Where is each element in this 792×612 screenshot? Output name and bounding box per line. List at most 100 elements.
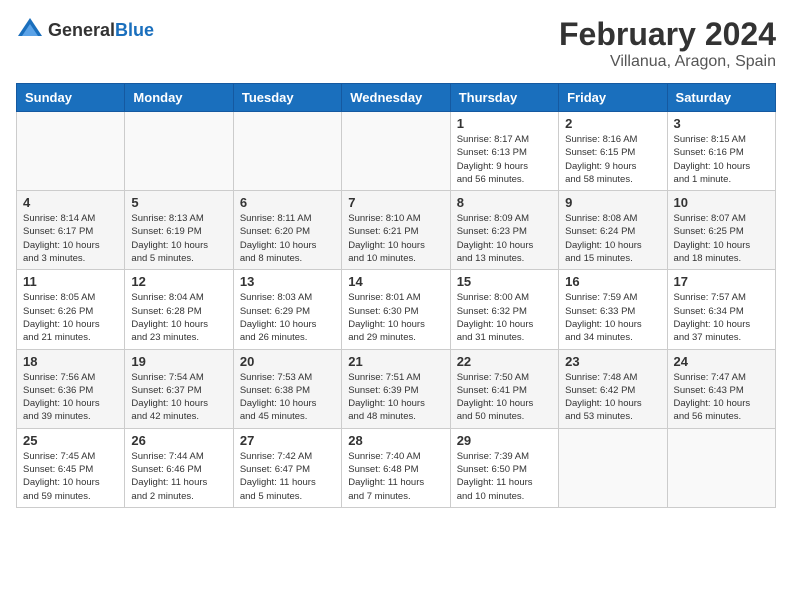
day-number: 4 [23, 195, 118, 210]
day-info: Sunrise: 7:47 AM Sunset: 6:43 PM Dayligh… [674, 371, 769, 424]
day-number: 3 [674, 116, 769, 131]
day-info: Sunrise: 8:03 AM Sunset: 6:29 PM Dayligh… [240, 291, 335, 344]
calendar-week-row: 1 Sunrise: 8:17 AM Sunset: 6:13 PM Daylig… [17, 112, 776, 191]
table-row: 21Sunrise: 7:51 AM Sunset: 6:39 PM Dayli… [342, 349, 450, 428]
day-info: Sunrise: 7:39 AM Sunset: 6:50 PM Dayligh… [457, 450, 552, 503]
table-row [667, 428, 775, 507]
table-row: 19 Sunrise: 7:54 AM Sunset: 6:37 PM Dayli… [125, 349, 233, 428]
title-block: February 2024 Villanua, Aragon, Spain [559, 16, 776, 71]
day-number: 2 [565, 116, 660, 131]
table-row [559, 428, 667, 507]
day-info: Sunrise: 7:50 AM Sunset: 6:41 PM Dayligh… [457, 371, 552, 424]
day-info: Sunrise: 8:09 AM Sunset: 6:23 PM Dayligh… [457, 212, 552, 265]
day-number: 14 [348, 274, 443, 289]
table-row: 24 Sunrise: 7:47 AM Sunset: 6:43 PM Dayli… [667, 349, 775, 428]
day-number: 6 [240, 195, 335, 210]
page-header: GeneralBlue February 2024 Villanua, Arag… [16, 16, 776, 71]
day-info: Sunrise: 8:07 AM Sunset: 6:25 PM Dayligh… [674, 212, 769, 265]
day-info: Sunrise: 7:51 AM Sunset: 6:39 PM Dayligh… [348, 371, 443, 424]
day-info: Sunrise: 8:08 AM Sunset: 6:24 PM Dayligh… [565, 212, 660, 265]
table-row: 25 Sunrise: 7:45 AM Sunset: 6:45 PM Dayli… [17, 428, 125, 507]
table-row: 9 Sunrise: 8:08 AM Sunset: 6:24 PM Daylig… [559, 191, 667, 270]
table-row: 2 Sunrise: 8:16 AM Sunset: 6:15 PM Daylig… [559, 112, 667, 191]
day-info: Sunrise: 7:44 AM Sunset: 6:46 PM Dayligh… [131, 450, 226, 503]
table-row: 14Sunrise: 8:01 AM Sunset: 6:30 PM Dayli… [342, 270, 450, 349]
day-number: 7 [348, 195, 443, 210]
header-tuesday: Tuesday [233, 84, 341, 112]
day-number: 1 [457, 116, 552, 131]
day-number: 20 [240, 354, 335, 369]
table-row: 17 Sunrise: 7:57 AM Sunset: 6:34 PM Dayli… [667, 270, 775, 349]
header-friday: Friday [559, 84, 667, 112]
header-sunday: Sunday [17, 84, 125, 112]
table-row: 28Sunrise: 7:40 AM Sunset: 6:48 PM Dayli… [342, 428, 450, 507]
day-info: Sunrise: 8:04 AM Sunset: 6:28 PM Dayligh… [131, 291, 226, 344]
table-row: 7 Sunrise: 8:10 AM Sunset: 6:21 PM Daylig… [342, 191, 450, 270]
day-number: 22 [457, 354, 552, 369]
day-info: Sunrise: 8:14 AM Sunset: 6:17 PM Dayligh… [23, 212, 118, 265]
table-row: 29 Sunrise: 7:39 AM Sunset: 6:50 PM Dayli… [450, 428, 558, 507]
table-row [125, 112, 233, 191]
day-info: Sunrise: 8:11 AM Sunset: 6:20 PM Dayligh… [240, 212, 335, 265]
table-row: 15 Sunrise: 8:00 AM Sunset: 6:32 PM Dayli… [450, 270, 558, 349]
table-row [233, 112, 341, 191]
day-info: Sunrise: 7:48 AM Sunset: 6:42 PM Dayligh… [565, 371, 660, 424]
day-info: Sunrise: 7:54 AM Sunset: 6:37 PM Dayligh… [131, 371, 226, 424]
logo-icon [16, 16, 44, 44]
table-row: 23 Sunrise: 7:48 AM Sunset: 6:42 PM Dayli… [559, 349, 667, 428]
day-info: Sunrise: 8:16 AM Sunset: 6:15 PM Dayligh… [565, 133, 660, 186]
day-number: 29 [457, 433, 552, 448]
day-number: 5 [131, 195, 226, 210]
table-row: 3 Sunrise: 8:15 AM Sunset: 6:16 PM Daylig… [667, 112, 775, 191]
header-monday: Monday [125, 84, 233, 112]
day-number: 15 [457, 274, 552, 289]
day-number: 27 [240, 433, 335, 448]
day-info: Sunrise: 8:05 AM Sunset: 6:26 PM Dayligh… [23, 291, 118, 344]
day-number: 26 [131, 433, 226, 448]
day-info: Sunrise: 7:57 AM Sunset: 6:34 PM Dayligh… [674, 291, 769, 344]
day-info: Sunrise: 7:56 AM Sunset: 6:36 PM Dayligh… [23, 371, 118, 424]
header-saturday: Saturday [667, 84, 775, 112]
table-row: 12 Sunrise: 8:04 AM Sunset: 6:28 PM Dayli… [125, 270, 233, 349]
logo-blue: Blue [115, 20, 154, 40]
table-row: 22 Sunrise: 7:50 AM Sunset: 6:41 PM Dayli… [450, 349, 558, 428]
table-row: 11Sunrise: 8:05 AM Sunset: 6:26 PM Dayli… [17, 270, 125, 349]
calendar-week-row: 11Sunrise: 8:05 AM Sunset: 6:26 PM Dayli… [17, 270, 776, 349]
table-row: 6 Sunrise: 8:11 AM Sunset: 6:20 PM Daylig… [233, 191, 341, 270]
table-row: 18 Sunrise: 7:56 AM Sunset: 6:36 PM Dayli… [17, 349, 125, 428]
day-number: 24 [674, 354, 769, 369]
day-number: 18 [23, 354, 118, 369]
header-thursday: Thursday [450, 84, 558, 112]
table-row: 13 Sunrise: 8:03 AM Sunset: 6:29 PM Dayli… [233, 270, 341, 349]
day-info: Sunrise: 8:15 AM Sunset: 6:16 PM Dayligh… [674, 133, 769, 186]
day-info: Sunrise: 7:59 AM Sunset: 6:33 PM Dayligh… [565, 291, 660, 344]
day-info: Sunrise: 7:45 AM Sunset: 6:45 PM Dayligh… [23, 450, 118, 503]
table-row: 8Sunrise: 8:09 AM Sunset: 6:23 PM Daylig… [450, 191, 558, 270]
day-number: 12 [131, 274, 226, 289]
calendar-week-row: 25 Sunrise: 7:45 AM Sunset: 6:45 PM Dayli… [17, 428, 776, 507]
header-wednesday: Wednesday [342, 84, 450, 112]
day-info: Sunrise: 8:00 AM Sunset: 6:32 PM Dayligh… [457, 291, 552, 344]
table-row [17, 112, 125, 191]
month-title: February 2024 [559, 16, 776, 53]
day-number: 9 [565, 195, 660, 210]
day-number: 10 [674, 195, 769, 210]
day-number: 25 [23, 433, 118, 448]
day-number: 23 [565, 354, 660, 369]
day-number: 13 [240, 274, 335, 289]
day-number: 16 [565, 274, 660, 289]
table-row: 16 Sunrise: 7:59 AM Sunset: 6:33 PM Dayli… [559, 270, 667, 349]
day-number: 28 [348, 433, 443, 448]
logo: GeneralBlue [16, 16, 154, 44]
day-number: 17 [674, 274, 769, 289]
table-row: 4 Sunrise: 8:14 AM Sunset: 6:17 PM Daylig… [17, 191, 125, 270]
day-number: 19 [131, 354, 226, 369]
calendar-week-row: 18 Sunrise: 7:56 AM Sunset: 6:36 PM Dayli… [17, 349, 776, 428]
day-info: Sunrise: 8:10 AM Sunset: 6:21 PM Dayligh… [348, 212, 443, 265]
calendar-table: Sunday Monday Tuesday Wednesday Thursday… [16, 83, 776, 508]
logo-general: General [48, 20, 115, 40]
calendar-header-row: Sunday Monday Tuesday Wednesday Thursday… [17, 84, 776, 112]
day-info: Sunrise: 8:17 AM Sunset: 6:13 PM Dayligh… [457, 133, 552, 186]
day-info: Sunrise: 8:13 AM Sunset: 6:19 PM Dayligh… [131, 212, 226, 265]
day-info: Sunrise: 7:42 AM Sunset: 6:47 PM Dayligh… [240, 450, 335, 503]
